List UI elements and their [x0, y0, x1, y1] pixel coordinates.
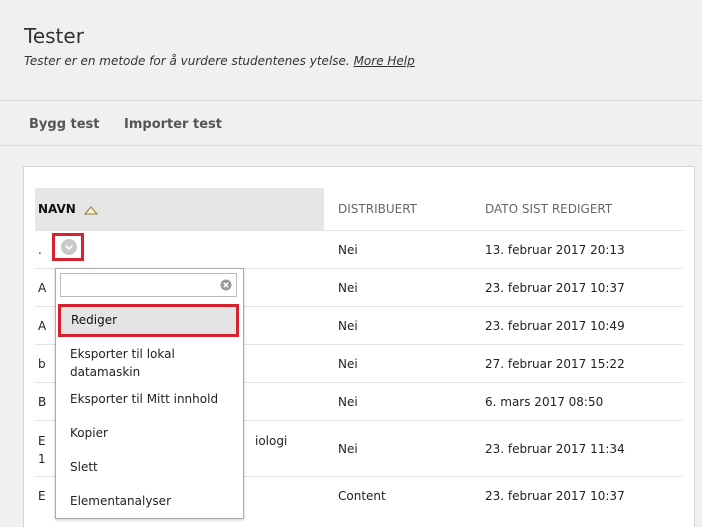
row-date: 23. februar 2017 10:49: [485, 319, 625, 333]
row-distributed: Nei: [338, 281, 358, 295]
row-distributed: Nei: [338, 357, 358, 371]
row-distributed: Nei: [338, 243, 358, 257]
row-date: 6. mars 2017 08:50: [485, 395, 604, 409]
column-header-label: NAVN: [38, 202, 76, 216]
build-test-button[interactable]: Bygg test: [29, 117, 100, 132]
row-date: 23. februar 2017 11:34: [485, 442, 625, 456]
page-subtitle: Tester er en metode for å vurdere studen…: [24, 54, 415, 68]
row-distributed: Content: [338, 489, 386, 503]
row-name-tail: iologi: [255, 434, 288, 448]
column-header-name[interactable]: NAVN: [35, 188, 324, 230]
import-test-button[interactable]: Importer test: [124, 117, 222, 132]
row-name[interactable]: B: [38, 383, 46, 421]
page-title: Tester: [24, 24, 84, 48]
page-header: Tester Tester er en metode for å vurdere…: [0, 0, 702, 100]
column-header-date[interactable]: DATO SIST REDIGERT: [485, 188, 612, 230]
menu-item-label: Rediger: [71, 313, 118, 327]
row-name[interactable]: .: [38, 231, 42, 269]
row-name[interactable]: A: [38, 307, 46, 345]
divider: [0, 145, 702, 146]
row-distributed: Nei: [338, 319, 358, 333]
row-distributed: Nei: [338, 442, 358, 456]
menu-item-delete[interactable]: Slett: [70, 458, 98, 476]
menu-search-field[interactable]: [60, 273, 237, 297]
menu-item-export-local[interactable]: Eksporter til lokal datamaskin: [70, 345, 220, 381]
context-menu: Rediger Eksporter til lokal datamaskin E…: [55, 268, 244, 519]
row-name[interactable]: A: [38, 269, 46, 307]
subtitle-text: Tester er en metode for å vurdere studen…: [24, 54, 350, 68]
clear-icon[interactable]: [220, 279, 232, 291]
column-header-distributed[interactable]: DISTRIBUERT: [338, 188, 417, 230]
item-options-button[interactable]: [52, 233, 84, 261]
menu-item-copy[interactable]: Kopier: [70, 424, 108, 442]
table-row: . Nei 13. februar 2017 20:13: [35, 230, 683, 269]
menu-search-input[interactable]: [61, 274, 219, 296]
row-name[interactable]: E: [38, 477, 46, 515]
row-name-line2: 1: [38, 452, 46, 466]
menu-item-edit[interactable]: Rediger: [58, 304, 239, 337]
row-name[interactable]: E: [38, 432, 46, 450]
chevron-down-icon: [61, 239, 77, 255]
sort-ascending-icon: [84, 205, 99, 214]
menu-item-export-content[interactable]: Eksporter til Mitt innhold: [70, 390, 218, 408]
row-distributed: Nei: [338, 395, 358, 409]
row-date: 27. februar 2017 15:22: [485, 357, 625, 371]
row-date: 23. februar 2017 10:37: [485, 489, 625, 503]
row-name[interactable]: b: [38, 345, 46, 383]
menu-item-item-analysis[interactable]: Elementanalyser: [70, 492, 171, 510]
more-help-link[interactable]: More Help: [354, 54, 415, 68]
row-date: 23. februar 2017 10:37: [485, 281, 625, 295]
row-date: 13. februar 2017 20:13: [485, 243, 625, 257]
action-bar: Bygg test Importer test: [0, 101, 702, 145]
